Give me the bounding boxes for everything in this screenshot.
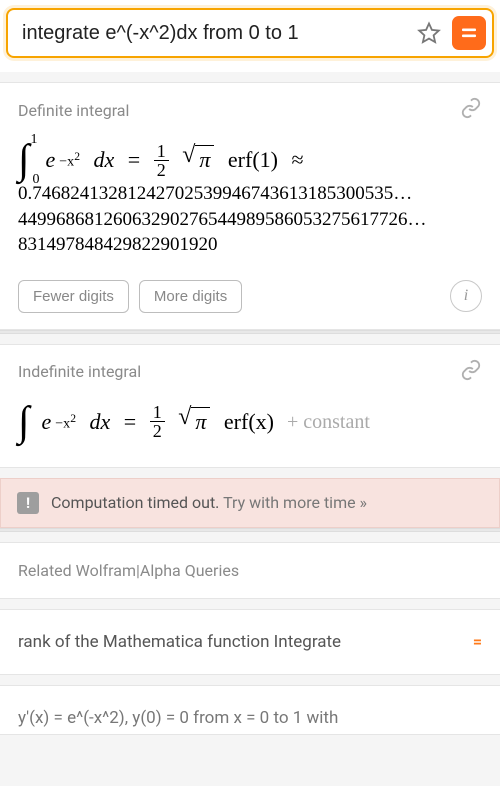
definite-integral-section: Definite integral ∫ 0 1 e−x2 dx = 12 √π … [0, 82, 500, 330]
favorite-button[interactable] [414, 18, 444, 48]
star-icon [417, 21, 441, 45]
fewer-digits-button[interactable]: Fewer digits [18, 280, 129, 313]
related-query-item[interactable]: rank of the Mathematica function Integra… [0, 609, 500, 675]
timeout-banner[interactable]: ! Computation timed out. Try with more t… [0, 478, 500, 528]
search-box[interactable] [6, 8, 494, 58]
definite-value-line-1: 0.74682413281242702539946743613185300535… [18, 181, 482, 207]
info-button[interactable]: i [450, 280, 482, 312]
compute-button[interactable] [452, 16, 486, 50]
timeout-message: Computation timed out. [51, 493, 219, 512]
definite-value-line-3: 831497848429822901920 [18, 232, 482, 258]
section-title: Indefinite integral [18, 362, 141, 381]
compute-small-icon: = [473, 632, 482, 651]
equals-icon [460, 24, 478, 42]
definite-integral-math: ∫ 0 1 e−x2 dx = 12 √π erf(1) ≈ 0.7468241… [0, 133, 500, 272]
link-icon [460, 97, 482, 119]
related-query-item[interactable]: y'(x) = e^(-x^2), y(0) = 0 from x = 0 to… [0, 685, 500, 735]
warning-icon: ! [17, 492, 39, 514]
timeout-retry-link[interactable]: Try with more time » [223, 493, 367, 512]
link-icon [460, 359, 482, 381]
section-title: Definite integral [18, 101, 129, 120]
related-query-label: rank of the Mathematica function Integra… [18, 632, 341, 652]
permalink-button[interactable] [460, 97, 482, 123]
permalink-button[interactable] [460, 359, 482, 385]
related-header: Related Wolfram|Alpha Queries [0, 542, 500, 599]
related-query-label: y'(x) = e^(-x^2), y(0) = 0 from x = 0 to… [18, 708, 338, 728]
query-input[interactable] [22, 22, 406, 45]
definite-value-line-2: 4499686812606329027654498958605327561772… [18, 207, 482, 233]
indefinite-integral-section: Indefinite integral ∫ e−x2 dx = 12 √π er… [0, 344, 500, 468]
indefinite-integral-math: ∫ e−x2 dx = 12 √π erf(x) + constant [0, 395, 500, 467]
info-icon: i [464, 287, 468, 305]
more-digits-button[interactable]: More digits [139, 280, 242, 313]
